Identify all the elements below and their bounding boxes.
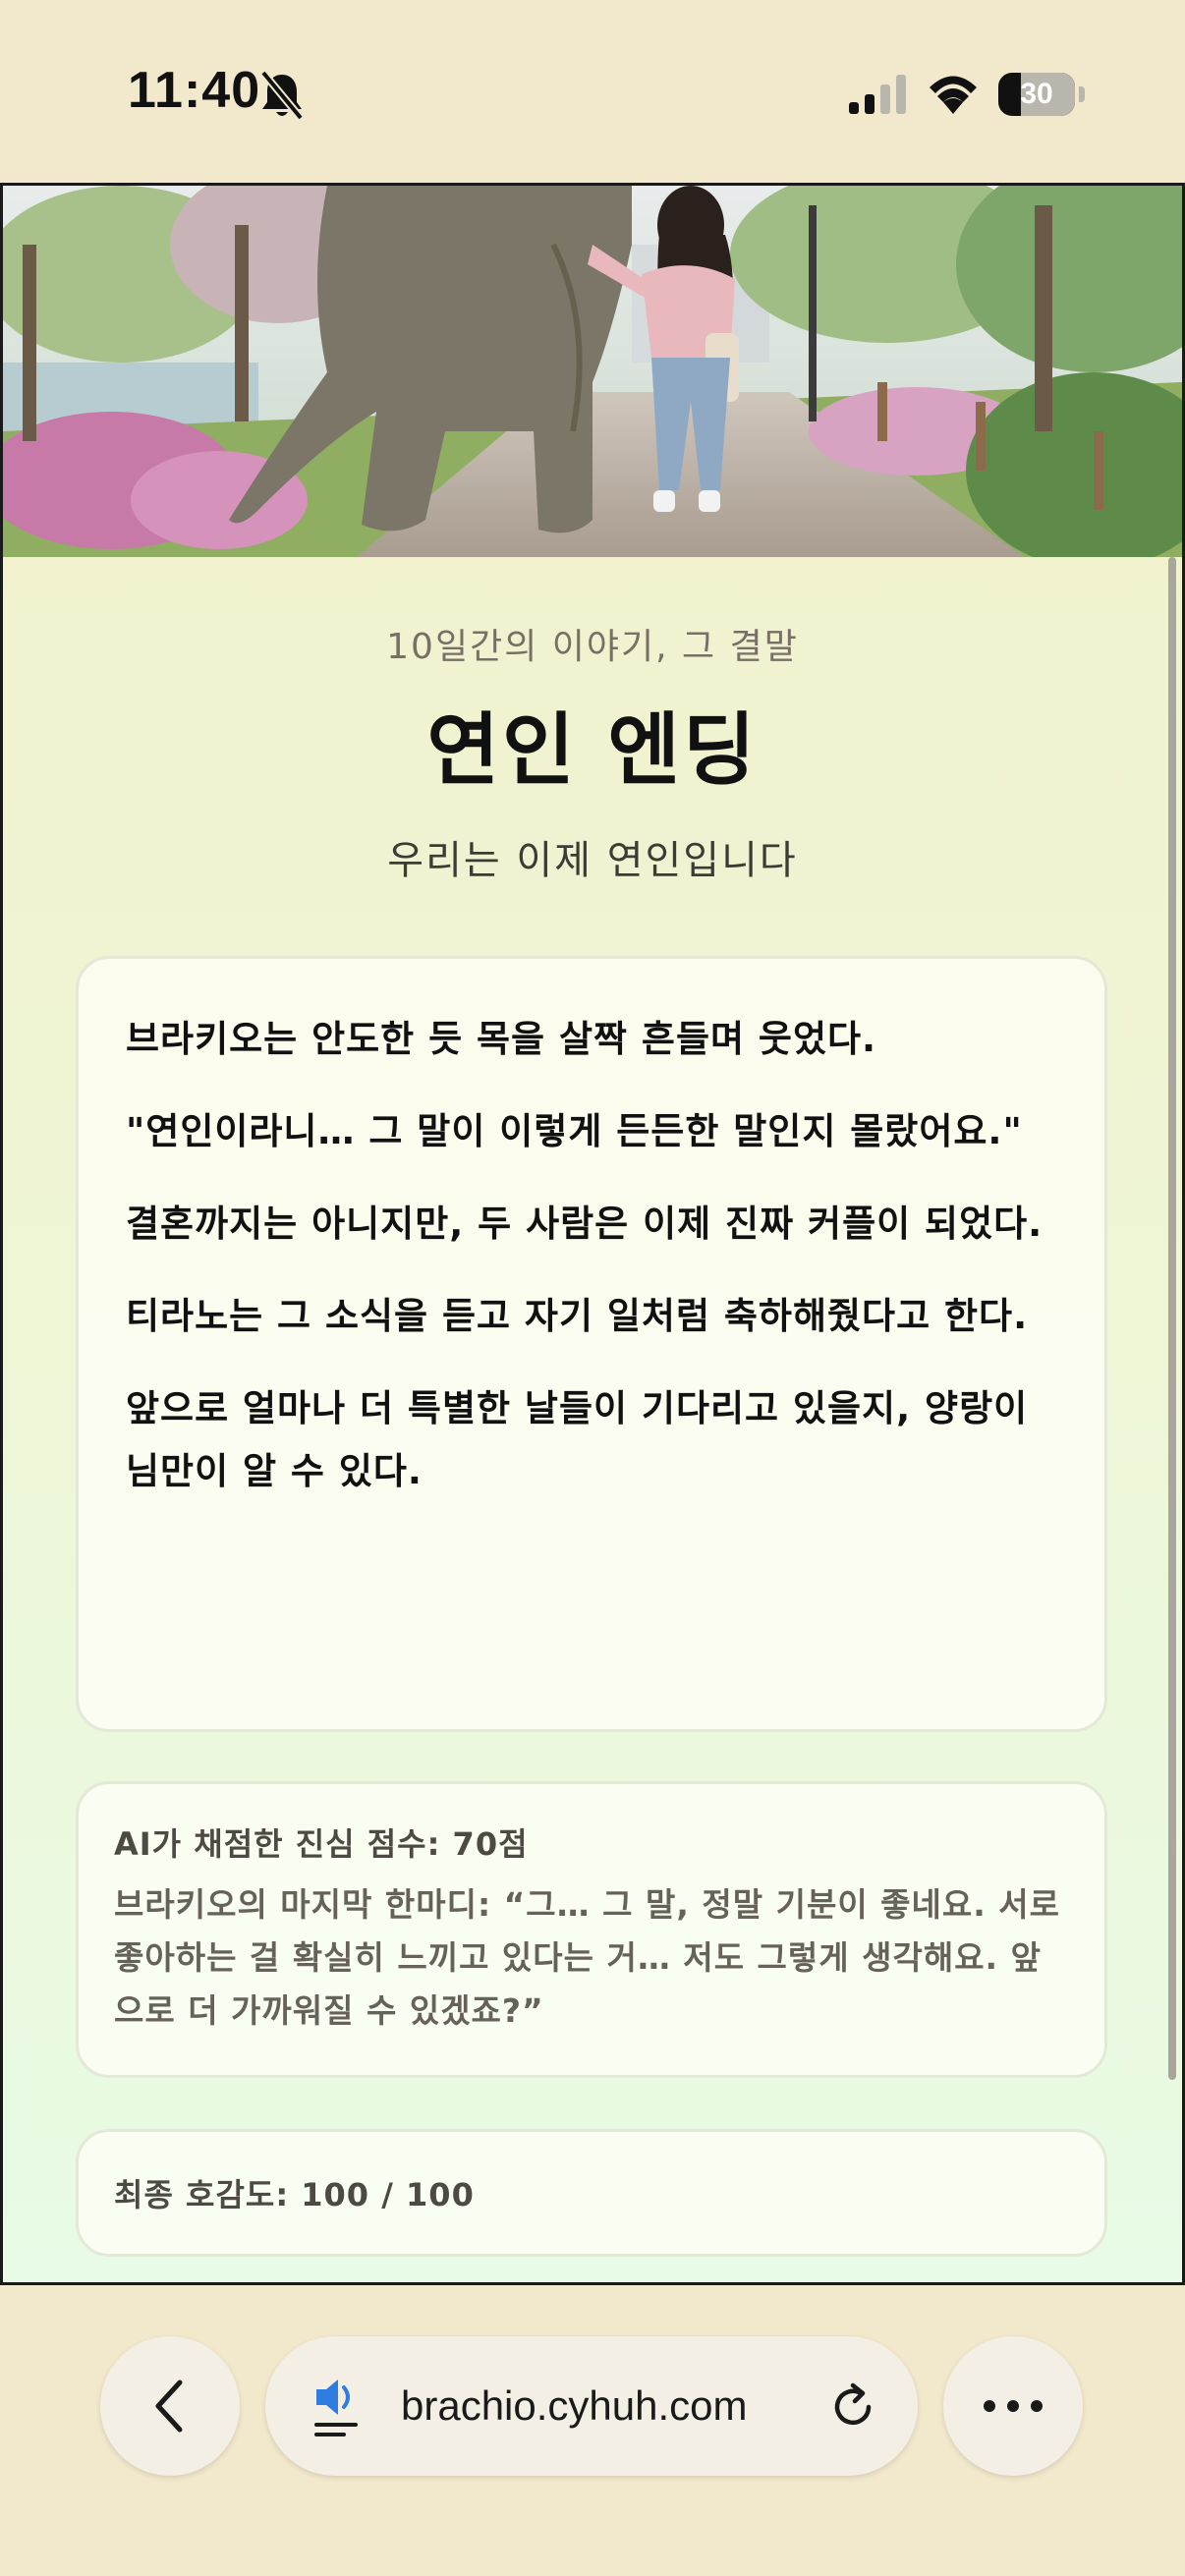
battery-icon: 30 bbox=[998, 73, 1075, 116]
more-icon bbox=[984, 2400, 1043, 2412]
web-content[interactable]: 10일간의 이야기, 그 결말 연인 엔딩 우리는 이제 연인입니다 브라키오는… bbox=[0, 183, 1185, 2285]
wifi-icon bbox=[930, 76, 977, 114]
more-button[interactable] bbox=[943, 2336, 1083, 2476]
browser-toolbar: brachio.cyhuh.com bbox=[0, 2285, 1185, 2576]
cellular-signal-icon bbox=[849, 75, 906, 114]
bell-slash-icon bbox=[259, 70, 305, 121]
story-subtitle: 10일간의 이야기, 그 결말 bbox=[386, 627, 799, 667]
clock: 11:40 bbox=[128, 62, 261, 119]
page-title: 연인 엔딩 bbox=[426, 704, 759, 796]
page-tagline: 우리는 이제 연인입니다 bbox=[387, 838, 798, 883]
story-card: 브라키오는 안도한 듯 목을 살짝 흔들며 웃었다. "연인이라니… 그 말이 … bbox=[76, 956, 1107, 1732]
story-paragraph: 티라노는 그 소식을 듣고 자기 일처럼 축하해줬다고 한다. bbox=[126, 1295, 1029, 1337]
score-title: AI가 채점한 진심 점수: 70점 bbox=[114, 1825, 529, 1863]
url-text[interactable]: brachio.cyhuh.com bbox=[401, 2336, 748, 2476]
final-quote: 브라키오의 마지막 한마디: “그… 그 말, 정말 기분이 좋네요. 서로 좋… bbox=[114, 1885, 1060, 2030]
final-affection-text: 최종 호감도: 100 / 100 bbox=[114, 2176, 475, 2213]
score-card: AI가 채점한 진심 점수: 70점 브라키오의 마지막 한마디: “그… 그 … bbox=[76, 1781, 1107, 2078]
address-bar[interactable]: brachio.cyhuh.com bbox=[265, 2336, 918, 2476]
reload-icon[interactable] bbox=[827, 2381, 878, 2433]
story-paragraph: 앞으로 얼마나 더 특별한 날들이 기다리고 있을지, 양랑이님만이 알 수 있… bbox=[126, 1387, 1029, 1492]
battery-percent: 30 bbox=[1020, 78, 1053, 110]
battery-nub bbox=[1079, 86, 1085, 102]
final-affection-card: 최종 호감도: 100 / 100 bbox=[76, 2129, 1107, 2257]
speaker-icon bbox=[314, 2380, 358, 2436]
story-paragraph: 브라키오는 안도한 듯 목을 살짝 흔들며 웃었다. bbox=[126, 1018, 877, 1060]
status-bar: 11:40 30 bbox=[0, 0, 1185, 183]
hero-image bbox=[3, 186, 1182, 557]
back-button[interactable] bbox=[100, 2336, 240, 2476]
back-chevron-icon bbox=[155, 2380, 183, 2433]
story-paragraph: 결혼까지는 아니지만, 두 사람은 이제 진짜 커플이 되었다. bbox=[126, 1203, 1044, 1245]
story-paragraph: "연인이라니… 그 말이 이렇게 든든한 말인지 몰랐어요." bbox=[126, 1110, 1023, 1152]
